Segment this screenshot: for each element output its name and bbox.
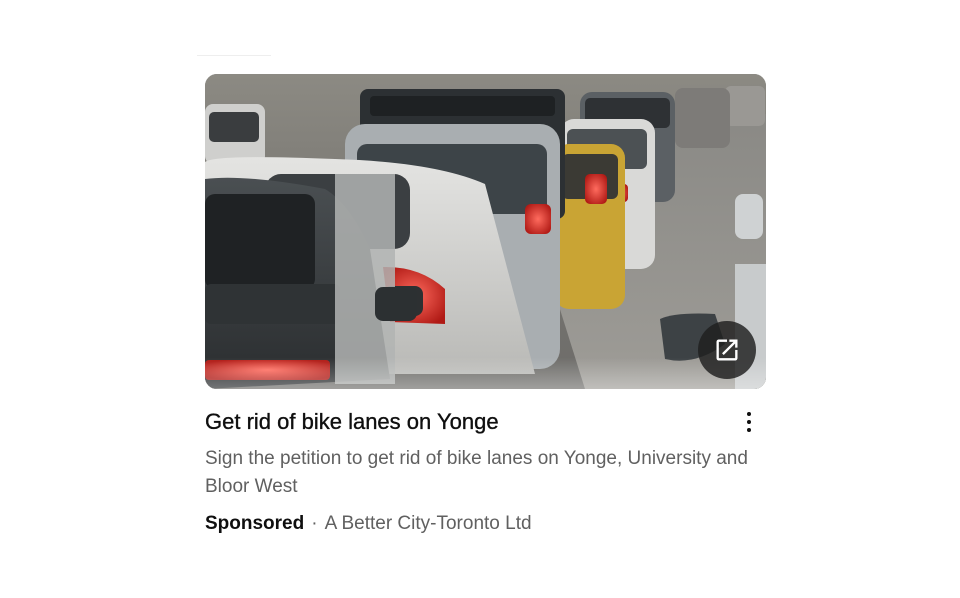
ad-title[interactable]: Get rid of bike lanes on Yonge — [205, 407, 499, 437]
advertiser-name[interactable]: A Better City-Toronto Ltd — [325, 513, 532, 534]
more-options-button[interactable] — [736, 405, 762, 439]
ad-thumbnail[interactable] — [205, 74, 766, 389]
more-vertical-icon — [747, 412, 751, 416]
external-link-icon — [716, 339, 738, 361]
sponsored-label: Sponsored — [205, 513, 305, 534]
traffic-jam-image — [205, 74, 766, 389]
title-row: Get rid of bike lanes on Yonge — [205, 407, 766, 437]
ad-description: Sign the petition to get rid of bike lan… — [205, 448, 748, 497]
ad-card[interactable]: Get rid of bike lanes on Yonge Sign the … — [205, 74, 766, 544]
open-link-button[interactable] — [698, 321, 756, 379]
ad-meta: Sponsored · A Better City-Toronto Ltd — [205, 512, 766, 536]
separator-dot: · — [311, 513, 318, 534]
top-divider — [197, 55, 271, 56]
